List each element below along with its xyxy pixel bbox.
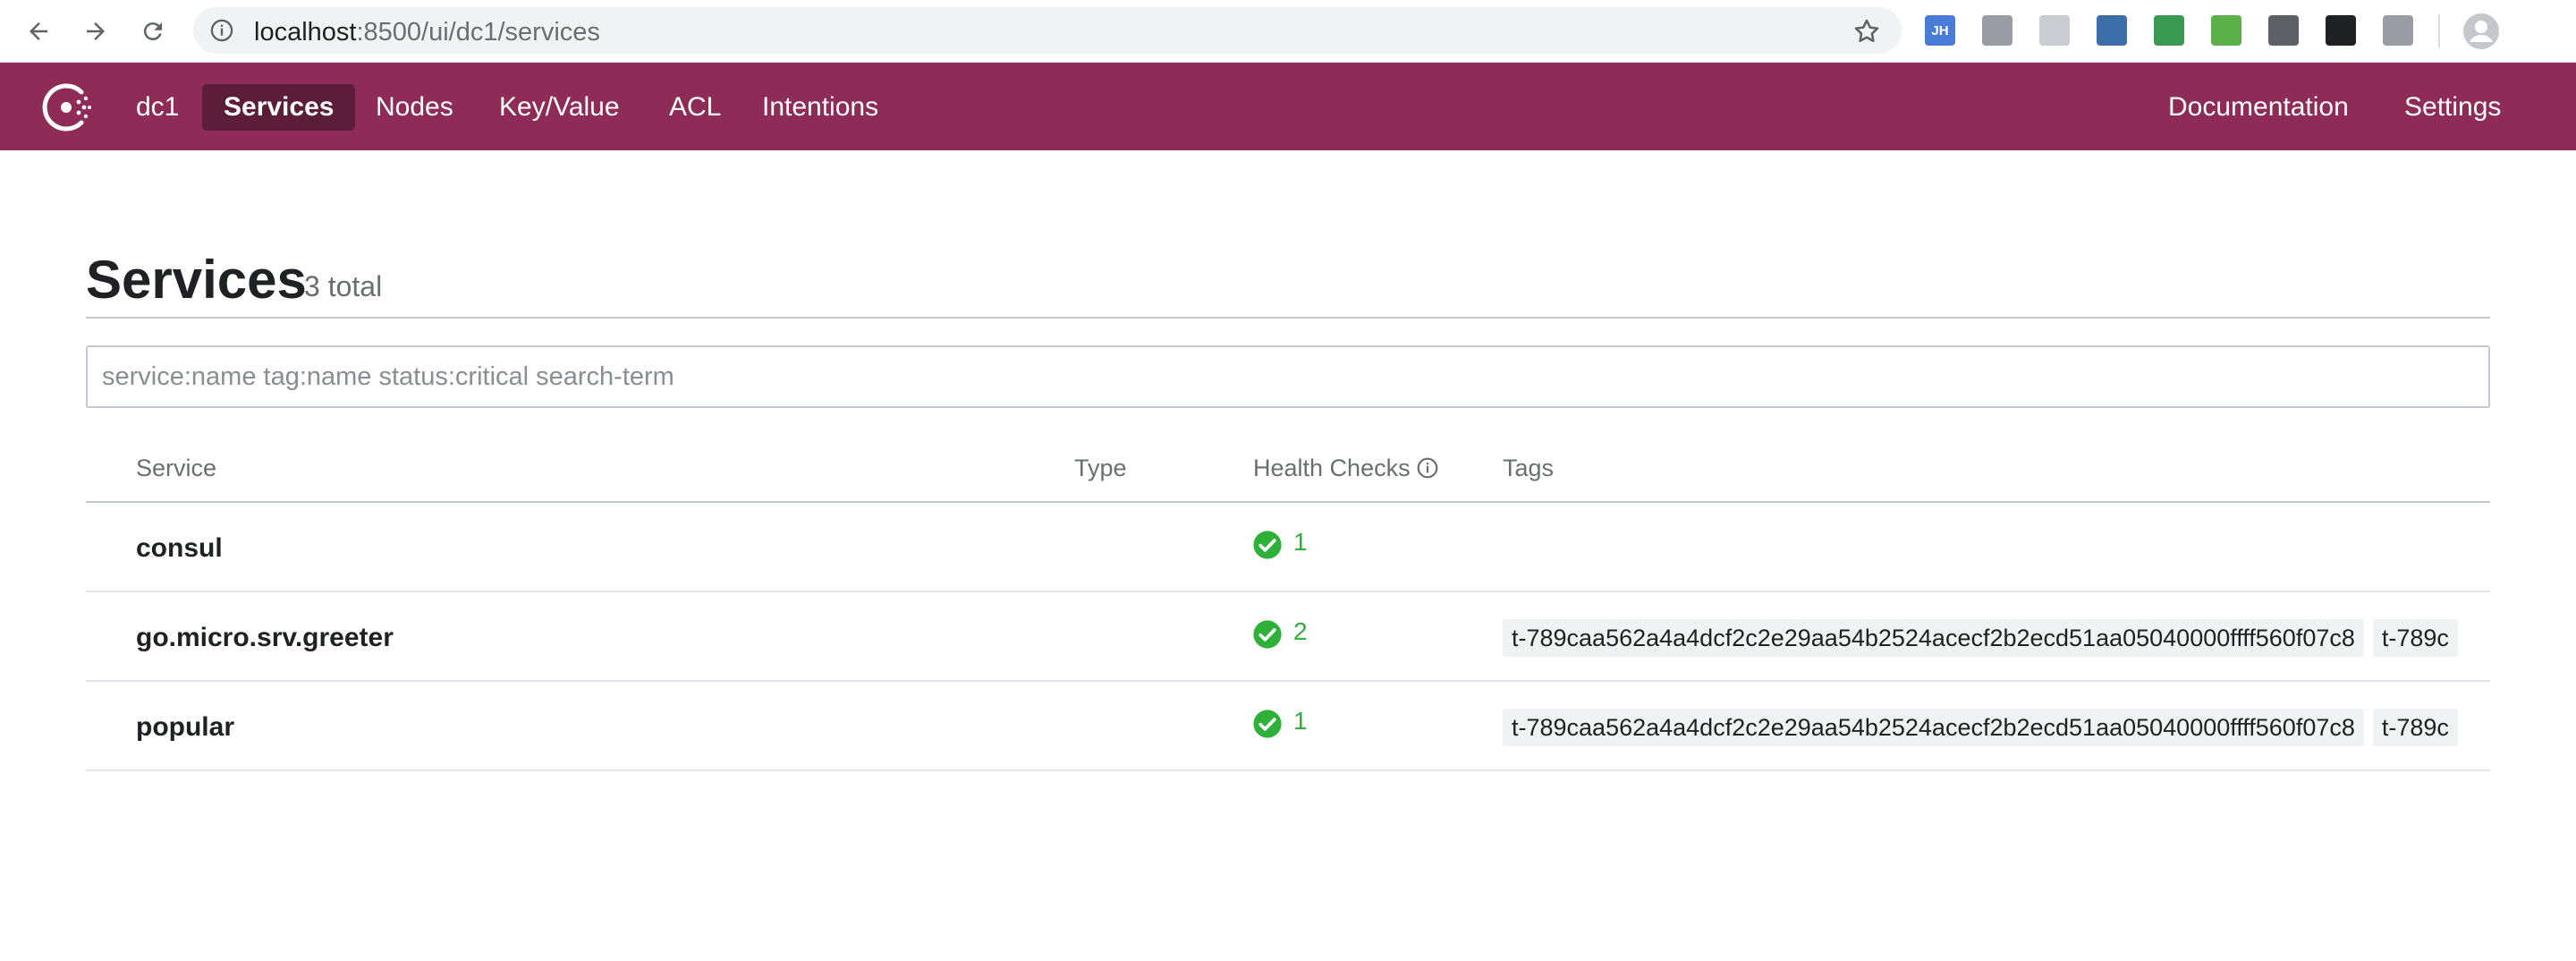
tag-chip: t-789caa562a4a4dcf2c2e29aa54b2524acecf2b… — [1503, 709, 2364, 746]
nav-settings[interactable]: Settings — [2404, 84, 2501, 131]
page-title: Services — [86, 250, 307, 310]
health-check-count: 1 — [1293, 707, 1308, 735]
health-check-count: 2 — [1293, 617, 1308, 645]
column-header-service[interactable]: Service — [136, 455, 216, 482]
vue-search-extension-icon[interactable] — [2154, 15, 2184, 46]
service-count: 3 total — [304, 270, 383, 302]
address-bar[interactable]: localhost:8500/ui/dc1/services — [193, 7, 1902, 54]
bolt-extension-icon[interactable] — [1982, 15, 2012, 46]
consul-logo-icon[interactable] — [39, 81, 93, 134]
tag-chip: t-789c — [2372, 709, 2458, 746]
extension-label: JH — [1931, 22, 1949, 38]
nav-intentions[interactable]: Intentions — [762, 84, 878, 131]
column-header-type[interactable]: Type — [1074, 455, 1127, 482]
forward-button[interactable] — [77, 13, 114, 50]
check-circle-icon — [1253, 620, 1282, 649]
reload-icon — [143, 22, 162, 41]
service-tags — [1503, 530, 2490, 567]
table-row[interactable]: go.micro.srv.greeter 2 t-789caa562a4a4dcf2… — [86, 592, 2490, 682]
health-checks-passing: 1 — [1252, 528, 1308, 560]
table-row[interactable]: popular 1 t-789caa562a4a4dcf2c2e29aa54b252… — [86, 682, 2490, 771]
check-circle-icon — [1253, 531, 1282, 559]
nav-services[interactable]: Services — [202, 84, 356, 131]
column-header-health-label: Health Checks — [1253, 455, 1411, 481]
health-checks-passing: 2 — [1252, 617, 1308, 650]
service-name-link[interactable]: popular — [136, 712, 234, 743]
info-icon[interactable] — [209, 18, 234, 43]
arrow-right-icon — [87, 22, 105, 40]
info-icon[interactable] — [1416, 456, 1439, 480]
datacenter-menu[interactable]: dc1 — [136, 84, 179, 131]
reload-button[interactable] — [134, 13, 172, 50]
nav-acl[interactable]: ACL — [669, 84, 721, 131]
tree-extension-icon[interactable] — [2383, 15, 2413, 46]
url-host: localhost — [254, 18, 357, 47]
nav-nodes[interactable]: Nodes — [376, 84, 453, 131]
url-text[interactable]: localhost:8500/ui/dc1/services — [254, 18, 600, 47]
health-check-count: 1 — [1293, 528, 1308, 556]
jh-extension-icon[interactable]: JH — [1925, 15, 1955, 46]
service-name-link[interactable]: consul — [136, 533, 223, 564]
title-divider — [86, 317, 2490, 319]
search-input[interactable] — [86, 345, 2490, 408]
health-checks-passing: 1 — [1252, 707, 1308, 739]
toolbar-divider — [2438, 14, 2440, 48]
table-row[interactable]: consul 1 — [86, 503, 2490, 592]
page-search-extension-icon[interactable] — [2326, 15, 2356, 46]
service-name-link[interactable]: go.micro.srv.greeter — [136, 623, 394, 653]
react-extension-icon[interactable] — [2039, 15, 2070, 46]
check-circle-icon — [1253, 710, 1282, 738]
tag-chip: t-789caa562a4a4dcf2c2e29aa54b2524acecf2b… — [1503, 619, 2364, 657]
back-button[interactable] — [20, 13, 57, 50]
service-tags: t-789caa562a4a4dcf2c2e29aa54b2524acecf2b… — [1503, 709, 2490, 746]
tag-chip: t-789c — [2372, 619, 2458, 657]
app-header: dc1 Services Nodes Key/Value ACL Intenti… — [0, 63, 2576, 150]
graph-extension-icon[interactable] — [2097, 15, 2127, 46]
bookmark-star-icon[interactable] — [1852, 16, 1882, 47]
v-extension-icon[interactable] — [2268, 15, 2299, 46]
profile-avatar-icon[interactable] — [2462, 12, 2501, 51]
nav-documentation[interactable]: Documentation — [2168, 84, 2349, 131]
hex-extension-icon[interactable] — [2211, 15, 2241, 46]
url-path: :8500/ui/dc1/services — [356, 18, 600, 47]
column-header-tags[interactable]: Tags — [1503, 455, 1554, 482]
column-header-health-checks[interactable]: Health Checks — [1253, 455, 1439, 482]
arrow-left-icon — [30, 22, 47, 40]
nav-key-value[interactable]: Key/Value — [499, 84, 620, 131]
service-tags: t-789caa562a4a4dcf2c2e29aa54b2524acecf2b… — [1503, 619, 2490, 657]
browser-toolbar: localhost:8500/ui/dc1/services JH — [0, 0, 2576, 63]
